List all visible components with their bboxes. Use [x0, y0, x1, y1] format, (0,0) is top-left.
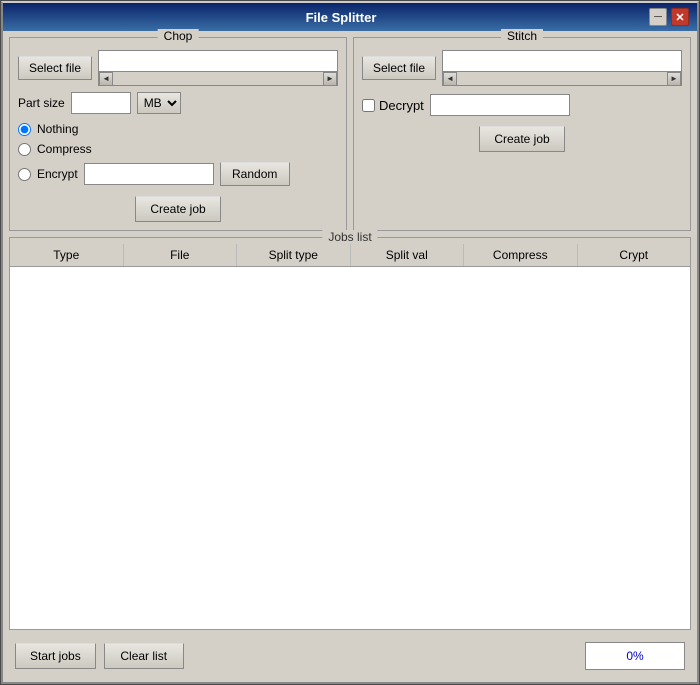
encrypt-input[interactable] [84, 163, 214, 185]
chop-file-input[interactable] [98, 50, 338, 72]
decrypt-checkbox[interactable] [362, 99, 375, 112]
chop-select-file-button[interactable]: Select file [18, 56, 92, 80]
decrypt-label: Decrypt [379, 98, 424, 113]
stitch-scroll-track [457, 72, 667, 85]
compress-radio[interactable] [18, 143, 31, 156]
chop-create-job-button[interactable]: Create job [135, 196, 220, 222]
stitch-select-row: Select file ◄ ► [362, 50, 682, 86]
chop-legend: Chop [158, 29, 199, 43]
chop-scroll-track [113, 72, 323, 85]
top-panels: Chop Select file ◄ ► Part siz [9, 37, 691, 231]
chop-radio-group: Nothing Compress Encrypt Random [18, 122, 338, 186]
unit-select[interactable]: MB KB GB [137, 92, 181, 114]
chop-scroll-left[interactable]: ◄ [99, 72, 113, 86]
stitch-legend: Stitch [501, 29, 543, 43]
table-body [10, 267, 690, 629]
titlebar: File Splitter ─ ✕ [3, 3, 697, 31]
chop-file-field-container: ◄ ► [98, 50, 338, 86]
chop-select-row: Select file ◄ ► [18, 50, 338, 86]
stitch-scroll-right[interactable]: ► [667, 72, 681, 86]
col-type: Type [10, 244, 124, 266]
col-split-val: Split val [351, 244, 465, 266]
titlebar-controls: ─ ✕ [649, 8, 689, 26]
part-size-input[interactable] [71, 92, 131, 114]
close-button[interactable]: ✕ [671, 8, 689, 26]
encrypt-label: Encrypt [37, 167, 78, 181]
compress-radio-item: Compress [18, 142, 338, 156]
decrypt-checkbox-item: Decrypt [362, 98, 424, 113]
col-file: File [124, 244, 238, 266]
minimize-button[interactable]: ─ [649, 8, 667, 26]
main-content: Chop Select file ◄ ► Part siz [3, 31, 697, 682]
start-jobs-button[interactable]: Start jobs [15, 643, 96, 669]
col-split-type: Split type [237, 244, 351, 266]
nothing-radio[interactable] [18, 123, 31, 136]
encrypt-radio-item: Encrypt Random [18, 162, 338, 186]
nothing-label: Nothing [37, 122, 78, 136]
main-window: File Splitter ─ ✕ Chop Select file [1, 1, 699, 684]
stitch-file-field-container: ◄ ► [442, 50, 682, 86]
part-size-label: Part size [18, 96, 65, 110]
nothing-radio-item: Nothing [18, 122, 338, 136]
compress-label: Compress [37, 142, 92, 156]
encrypt-radio[interactable] [18, 168, 31, 181]
col-compress: Compress [464, 244, 578, 266]
bottom-bar: Start jobs Clear list 0% [9, 636, 691, 676]
window-title: File Splitter [33, 10, 649, 25]
decrypt-row: Decrypt [362, 94, 682, 116]
progress-display: 0% [585, 642, 685, 670]
chop-scrollbar: ◄ ► [98, 72, 338, 86]
clear-list-button[interactable]: Clear list [104, 643, 184, 669]
progress-value: 0% [626, 649, 643, 663]
stitch-scroll-left[interactable]: ◄ [443, 72, 457, 86]
chop-create-job-row: Create job [18, 196, 338, 222]
stitch-panel: Stitch Select file ◄ ► [353, 37, 691, 231]
decrypt-input[interactable] [430, 94, 570, 116]
stitch-scrollbar: ◄ ► [442, 72, 682, 86]
stitch-create-job-button[interactable]: Create job [479, 126, 564, 152]
stitch-file-input[interactable] [442, 50, 682, 72]
random-button[interactable]: Random [220, 162, 290, 186]
stitch-select-file-button[interactable]: Select file [362, 56, 436, 80]
jobs-list-section: Jobs list Type File Split type Split val… [9, 237, 691, 630]
chop-scroll-right[interactable]: ► [323, 72, 337, 86]
chop-panel: Chop Select file ◄ ► Part siz [9, 37, 347, 231]
col-crypt: Crypt [578, 244, 691, 266]
jobs-list-legend: Jobs list [322, 230, 377, 244]
stitch-create-job-row: Create job [362, 126, 682, 152]
part-size-row: Part size MB KB GB [18, 92, 338, 114]
table-header: Type File Split type Split val Compress … [10, 244, 690, 267]
